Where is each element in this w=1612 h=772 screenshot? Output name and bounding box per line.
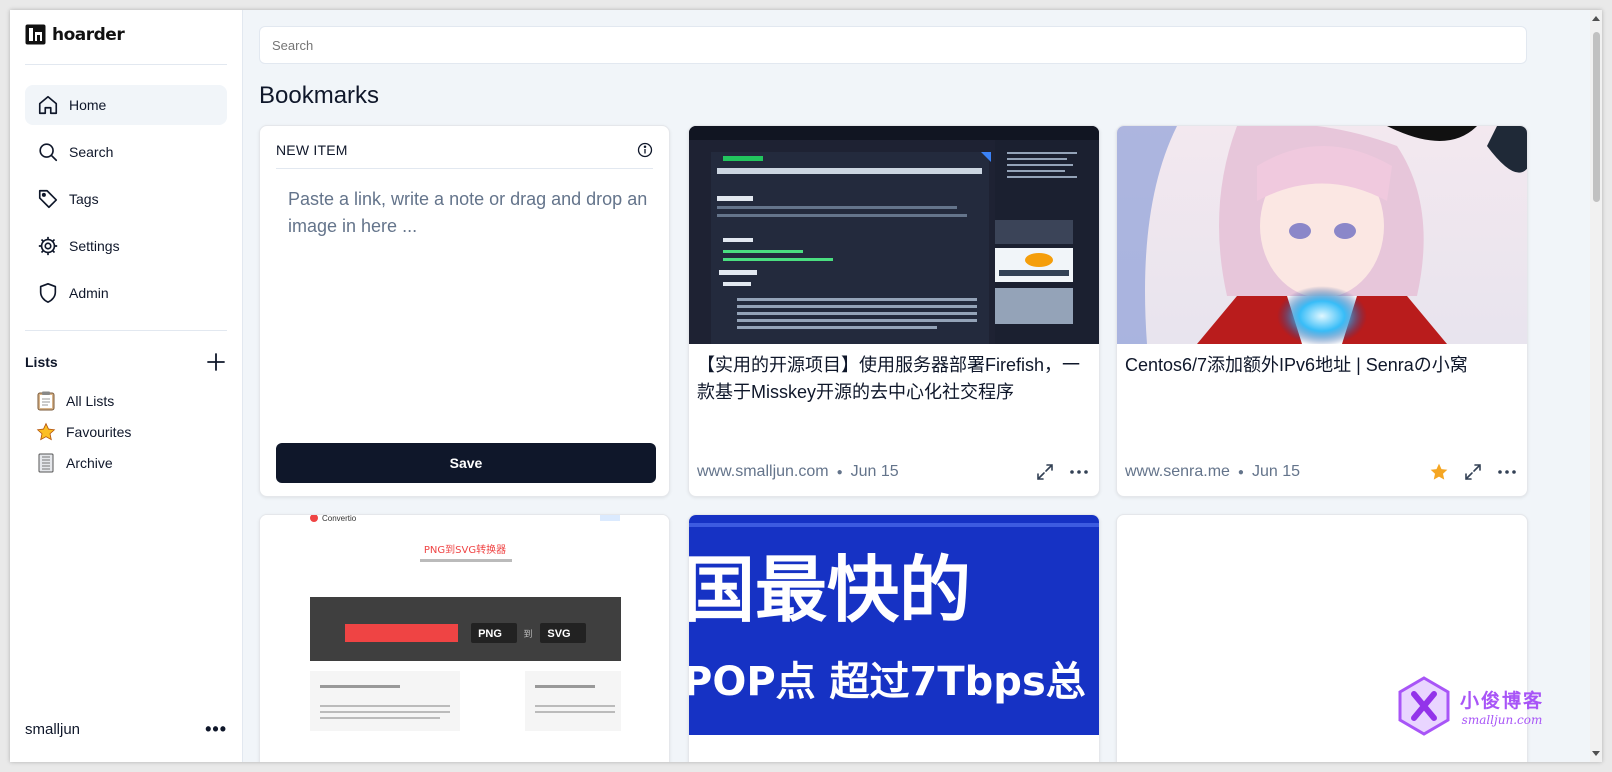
list-item-all-lists[interactable]: All Lists	[35, 385, 131, 416]
bookmark-domain[interactable]: www.senra.me	[1125, 463, 1230, 481]
user-menu-button[interactable]: •••	[205, 719, 227, 740]
new-item-card: NEW ITEM Paste a link, write a note or d…	[259, 125, 670, 497]
bookmark-thumbnail[interactable]	[1117, 126, 1528, 344]
favourite-star-icon[interactable]	[1429, 462, 1449, 482]
divider	[25, 64, 227, 65]
lists-header: Lists	[25, 351, 227, 373]
app-name: hoarder	[52, 24, 125, 45]
clipboard-icon	[35, 390, 57, 412]
archive-icon	[35, 452, 57, 474]
add-list-icon[interactable]	[205, 351, 227, 373]
bookmark-footer: www.senra.me ● Jun 15	[1125, 462, 1517, 482]
more-options-icon[interactable]	[1069, 462, 1089, 482]
scroll-down-arrow-icon[interactable]	[1592, 751, 1600, 756]
thumb-brand: Convertio	[322, 515, 357, 523]
app-window: hoarder Home Search Tags Settings Admin …	[10, 10, 1602, 762]
bookmark-title[interactable]: 【实用的开源项目】使用服务器部署Firefish，一款基于Misskey开源的去…	[697, 352, 1095, 406]
new-item-title: NEW ITEM	[276, 142, 348, 158]
bookmark-meta: www.smalljun.com ● Jun 15	[697, 463, 899, 481]
sidebar-item-admin[interactable]: Admin	[25, 273, 227, 313]
thumb-from-format: PNG	[478, 628, 502, 640]
gear-icon	[38, 236, 58, 256]
bookmark-footer: www.smalljun.com ● Jun 15	[697, 462, 1089, 482]
username: smalljun	[25, 721, 81, 738]
bookmark-thumbnail[interactable]	[689, 126, 1100, 344]
watermark-en: smalljun.com	[1461, 712, 1543, 727]
bookmark-domain[interactable]: www.smalljun.com	[697, 463, 829, 481]
bookmark-card[interactable]: Centos6/7添加额外IPv6地址 | Senraの小窝 www.senra…	[1116, 125, 1528, 497]
meta-separator: ●	[1237, 466, 1244, 478]
sidebar-item-home[interactable]: Home	[25, 85, 227, 125]
bookmark-date: Jun 15	[850, 463, 899, 480]
thumb-to-word: 到	[523, 628, 532, 640]
sidebar-item-search[interactable]: Search	[25, 132, 227, 172]
lists: All Lists Favourites Archive	[35, 385, 131, 478]
sidebar-item-tags[interactable]: Tags	[25, 179, 227, 219]
sidebar: hoarder Home Search Tags Settings Admin …	[10, 10, 243, 762]
user-menu: smalljun •••	[25, 719, 227, 740]
search-icon	[39, 143, 58, 162]
bookmark-title[interactable]: Centos6/7添加额外IPv6地址 | Senraの小窝	[1125, 352, 1523, 379]
thumb-text-line2: POP点 超过7Tbps总	[689, 659, 1086, 705]
expand-icon[interactable]	[1463, 462, 1483, 482]
bookmark-card[interactable]: 【实用的开源项目】使用服务器部署Firefish，一款基于Misskey开源的去…	[688, 125, 1100, 497]
new-item-input[interactable]: Paste a link, write a note or drag and d…	[288, 186, 648, 240]
list-item-archive[interactable]: Archive	[35, 447, 131, 478]
list-item-favourites[interactable]: Favourites	[35, 416, 131, 447]
sidebar-item-label: Settings	[69, 238, 120, 254]
bookmark-thumbnail[interactable]: 国最快的 POP点 超过7Tbps总	[689, 515, 1100, 762]
list-item-label: All Lists	[66, 392, 115, 409]
sidebar-nav: Home Search Tags Settings Admin	[25, 85, 227, 320]
scroll-thumb[interactable]	[1593, 32, 1600, 202]
bookmark-card[interactable]: 国最快的 POP点 超过7Tbps总	[688, 514, 1100, 762]
sidebar-item-label: Home	[69, 97, 107, 113]
lists-title: Lists	[25, 354, 58, 370]
new-item-header: NEW ITEM	[276, 142, 653, 169]
bookmark-thumbnail[interactable]: Convertio PNG到SVG转换器 PNG 到 SVG	[260, 515, 670, 762]
meta-separator: ●	[836, 466, 843, 478]
bookmark-actions	[1429, 462, 1517, 482]
scrollbar[interactable]	[1590, 10, 1602, 762]
sidebar-item-label: Search	[69, 144, 114, 160]
thumb-to-format: SVG	[547, 628, 570, 640]
hoarder-logo-icon	[25, 24, 46, 45]
sidebar-item-label: Admin	[69, 285, 109, 301]
watermark-cn: 小俊博客	[1460, 689, 1545, 712]
thumb-text-line1: 国最快的	[689, 548, 971, 632]
watermark: 小俊博客 smalljun.com	[1396, 676, 1544, 736]
tag-icon	[38, 189, 58, 209]
save-button[interactable]: Save	[276, 443, 656, 483]
expand-icon[interactable]	[1035, 462, 1055, 482]
star-icon	[35, 421, 57, 443]
watermark-text: 小俊博客 smalljun.com	[1460, 686, 1544, 727]
divider	[25, 330, 227, 331]
bookmark-meta: www.senra.me ● Jun 15	[1125, 463, 1300, 481]
page-title: Bookmarks	[259, 82, 380, 109]
main-content: Bookmarks NEW ITEM Paste a link, write a…	[243, 10, 1602, 762]
list-item-label: Archive	[66, 454, 113, 471]
home-icon	[38, 95, 58, 115]
app-logo[interactable]: hoarder	[25, 24, 125, 45]
bookmark-date: Jun 15	[1251, 463, 1301, 480]
watermark-logo-icon	[1398, 676, 1450, 736]
more-options-icon[interactable]	[1497, 462, 1517, 482]
search-input[interactable]	[259, 26, 1527, 64]
scroll-up-arrow-icon[interactable]	[1592, 16, 1600, 21]
sidebar-item-settings[interactable]: Settings	[25, 226, 227, 266]
info-icon[interactable]	[637, 142, 653, 158]
shield-icon	[39, 283, 57, 303]
thumb-heading: PNG到SVG转换器	[424, 543, 506, 556]
list-item-label: Favourites	[66, 423, 132, 440]
bookmark-actions	[1035, 462, 1089, 482]
bookmark-card[interactable]: Convertio PNG到SVG转换器 PNG 到 SVG	[259, 514, 670, 762]
sidebar-item-label: Tags	[69, 191, 99, 207]
